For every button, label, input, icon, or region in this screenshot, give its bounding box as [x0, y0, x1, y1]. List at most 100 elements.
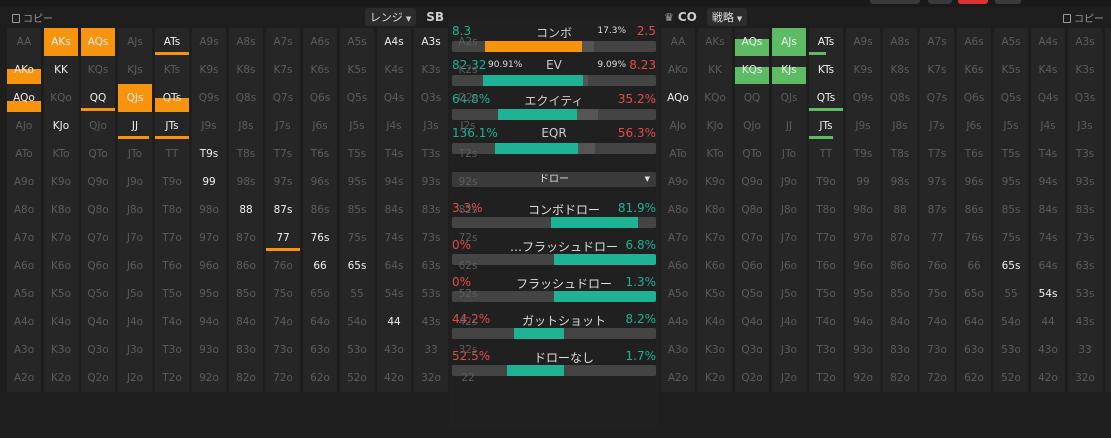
left-hand-cell[interactable]: Q6s — [303, 84, 337, 112]
left-hand-cell[interactable]: 83s — [414, 196, 448, 224]
left-hand-cell[interactable]: 73s — [414, 224, 448, 252]
right-hand-cell[interactable]: 64s — [1031, 252, 1065, 280]
left-hand-cell[interactable]: 42o — [377, 364, 411, 392]
left-hand-cell[interactable]: 95o — [192, 280, 226, 308]
left-hand-cell[interactable]: 87o — [229, 224, 263, 252]
right-hand-cell[interactable]: 97o — [846, 224, 880, 252]
right-hand-cell[interactable]: ATs — [809, 28, 843, 56]
right-hand-cell[interactable]: K8o — [698, 196, 732, 224]
left-hand-cell[interactable]: 32o — [414, 364, 448, 392]
right-hand-cell[interactable]: JTs — [809, 112, 843, 140]
right-hand-cell[interactable]: Q4s — [1031, 84, 1065, 112]
right-hand-cell[interactable]: AKo — [661, 56, 695, 84]
left-hand-cell[interactable]: J8s — [229, 112, 263, 140]
right-hand-cell[interactable]: 63s — [1068, 252, 1102, 280]
left-copy-button[interactable]: コピー — [12, 10, 53, 25]
left-hand-cell[interactable]: T8s — [229, 140, 263, 168]
left-hand-cell[interactable]: 44 — [377, 308, 411, 336]
right-hand-cell[interactable]: K5s — [994, 56, 1028, 84]
left-hand-cell[interactable]: K4s — [377, 56, 411, 84]
right-hand-cell[interactable]: K6o — [698, 252, 732, 280]
right-hand-cell[interactable]: KTo — [698, 140, 732, 168]
right-hand-cell[interactable]: K2o — [698, 364, 732, 392]
left-hand-cell[interactable]: 82o — [229, 364, 263, 392]
left-hand-cell[interactable]: Q7o — [81, 224, 115, 252]
right-hand-cell[interactable]: QTo — [735, 140, 769, 168]
left-hand-cell[interactable]: JJ — [118, 112, 152, 140]
left-hand-cell[interactable]: 43s — [414, 308, 448, 336]
right-hand-cell[interactable]: KJs — [772, 56, 806, 84]
left-hand-cell[interactable]: QTo — [81, 140, 115, 168]
right-hand-cell[interactable]: 88 — [883, 196, 917, 224]
right-hand-cell[interactable]: AQs — [735, 28, 769, 56]
right-hand-cell[interactable]: A8o — [661, 196, 695, 224]
left-hand-cell[interactable]: 94o — [192, 308, 226, 336]
right-hand-cell[interactable]: 65o — [957, 280, 991, 308]
right-hand-cell[interactable]: J6o — [772, 252, 806, 280]
left-hand-cell[interactable]: AKs — [44, 28, 78, 56]
right-hand-cell[interactable]: KK — [698, 56, 732, 84]
left-hand-cell[interactable]: 33 — [414, 336, 448, 364]
right-hand-cell[interactable]: 99 — [846, 168, 880, 196]
left-hand-cell[interactable]: 86s — [303, 196, 337, 224]
left-hand-cell[interactable]: 85s — [340, 196, 374, 224]
right-hand-cell[interactable]: 32s — [1105, 336, 1111, 364]
left-hand-cell[interactable]: JTs — [155, 112, 189, 140]
right-hand-cell[interactable]: J7s — [920, 112, 954, 140]
toolbar-button[interactable] — [928, 0, 952, 4]
right-hand-cell[interactable]: 72s — [1105, 224, 1111, 252]
right-hand-cell[interactable]: T8s — [883, 140, 917, 168]
right-hand-cell[interactable]: T9s — [846, 140, 880, 168]
left-hand-cell[interactable]: K3s — [414, 56, 448, 84]
left-hand-cell[interactable]: 74s — [377, 224, 411, 252]
right-hand-cell[interactable]: 85s — [994, 196, 1028, 224]
left-hand-cell[interactable]: 74o — [266, 308, 300, 336]
left-hand-cell[interactable]: K8o — [44, 196, 78, 224]
right-hand-cell[interactable]: T7o — [809, 224, 843, 252]
right-hand-cell[interactable]: KTs — [809, 56, 843, 84]
left-hand-cell[interactable]: K9o — [44, 168, 78, 196]
right-hand-cell[interactable]: TT — [809, 140, 843, 168]
toolbar-button[interactable] — [995, 0, 1021, 4]
left-hand-cell[interactable]: Q4s — [377, 84, 411, 112]
right-hand-cell[interactable]: Q5o — [735, 280, 769, 308]
left-hand-cell[interactable]: J2o — [118, 364, 152, 392]
left-hand-cell[interactable]: Q3o — [81, 336, 115, 364]
right-hand-cell[interactable]: 98s — [883, 168, 917, 196]
right-hand-cell[interactable]: A7o — [661, 224, 695, 252]
right-hand-cell[interactable]: J2o — [772, 364, 806, 392]
right-hand-cell[interactable]: J8o — [772, 196, 806, 224]
left-hand-cell[interactable]: T7o — [155, 224, 189, 252]
left-hand-cell[interactable]: J3o — [118, 336, 152, 364]
left-hand-cell[interactable]: 77 — [266, 224, 300, 252]
right-hand-cell[interactable]: A6s — [957, 28, 991, 56]
right-hand-cell[interactable]: J6s — [957, 112, 991, 140]
right-hand-cell[interactable]: 22 — [1105, 364, 1111, 392]
toolbar-close-button[interactable] — [958, 0, 988, 4]
right-hand-cell[interactable]: 82s — [1105, 196, 1111, 224]
right-hand-cell[interactable]: QJs — [772, 84, 806, 112]
left-hand-cell[interactable]: Q4o — [81, 308, 115, 336]
right-hand-cell[interactable]: 62s — [1105, 252, 1111, 280]
left-hand-cell[interactable]: ATo — [7, 140, 41, 168]
right-hand-cell[interactable]: J3s — [1068, 112, 1102, 140]
right-hand-cell[interactable]: Q9s — [846, 84, 880, 112]
right-hand-cell[interactable]: 84o — [883, 308, 917, 336]
right-hand-cell[interactable]: J3o — [772, 336, 806, 364]
right-hand-cell[interactable]: 54o — [994, 308, 1028, 336]
right-hand-cell[interactable]: T7s — [920, 140, 954, 168]
left-hand-cell[interactable]: T5s — [340, 140, 374, 168]
left-hand-cell[interactable]: K9s — [192, 56, 226, 84]
left-hand-cell[interactable]: Q3s — [414, 84, 448, 112]
right-hand-cell[interactable]: 73s — [1068, 224, 1102, 252]
right-hand-cell[interactable]: 43o — [1031, 336, 1065, 364]
toolbar-button[interactable] — [870, 0, 920, 4]
left-hand-cell[interactable]: KTs — [155, 56, 189, 84]
right-hand-cell[interactable]: A3o — [661, 336, 695, 364]
right-hand-cell[interactable]: J2s — [1105, 112, 1111, 140]
right-hand-cell[interactable]: 76s — [957, 224, 991, 252]
right-hand-cell[interactable]: QTs — [809, 84, 843, 112]
right-hand-cell[interactable]: A4o — [661, 308, 695, 336]
left-hand-cell[interactable]: T5o — [155, 280, 189, 308]
right-hand-cell[interactable]: J4o — [772, 308, 806, 336]
